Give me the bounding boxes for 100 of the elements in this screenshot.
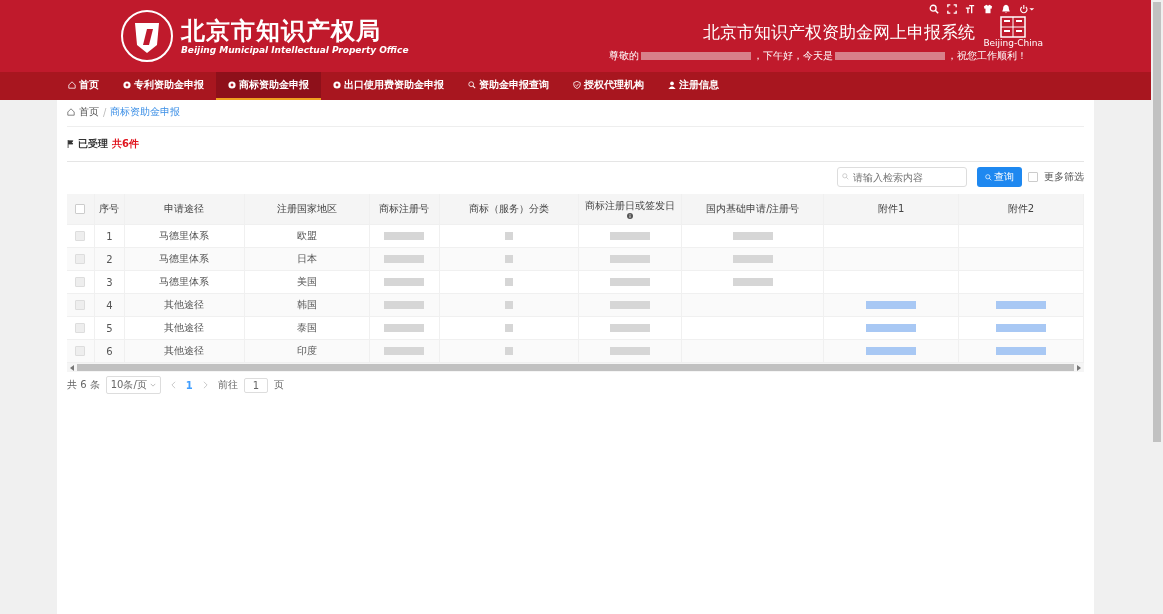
table-cell: 其他途径: [164, 344, 205, 358]
select-all-checkbox[interactable]: [75, 204, 86, 214]
table-cell: 马德里体系: [159, 229, 210, 243]
previous-page-icon[interactable]: [170, 381, 176, 389]
redacted-link[interactable]: [866, 324, 917, 332]
nav-tab[interactable]: 出口使用费资助金申报: [321, 72, 456, 100]
redacted-link[interactable]: [996, 347, 1047, 355]
nav-tab[interactable]: 首页: [56, 72, 111, 100]
shirt-icon[interactable]: [983, 4, 993, 14]
seal-icon: [1000, 16, 1027, 38]
redacted-block: [384, 347, 425, 355]
goto-label: 前往: [217, 378, 238, 392]
breadcrumb-link[interactable]: 首页: [79, 105, 99, 119]
column-header: 申请途径: [164, 202, 205, 216]
table-cell: 韩国: [296, 298, 317, 312]
nav-tab[interactable]: 注册信息: [656, 72, 731, 100]
search-field[interactable]: 请输入检索内容: [837, 167, 967, 187]
search-button[interactable]: 查询: [977, 167, 1022, 187]
column-header: 商标注册日或签发日: [585, 199, 676, 213]
system-title: 北京市知识产权资助金网上申报系统: [703, 20, 976, 44]
redacted-block: [384, 301, 425, 309]
table-cell: 日本: [296, 252, 317, 266]
redacted-block: [384, 232, 425, 240]
table-cell: 其他途径: [164, 321, 205, 335]
shield-check-icon: [573, 81, 581, 89]
table-cell: 2: [106, 253, 113, 265]
column-header: 注册国家地区: [276, 202, 337, 216]
power-menu-icon[interactable]: [1019, 4, 1035, 14]
breadcrumb-separator: /: [103, 106, 107, 118]
redacted-block: [384, 278, 425, 286]
greeting-text: ，祝您工作顺利！: [947, 49, 1027, 63]
horizontal-scrollbar[interactable]: [67, 363, 1084, 372]
redacted-block: [610, 347, 651, 355]
circle-icon: [123, 81, 131, 89]
column-header: 商标（服务）分类: [469, 202, 550, 216]
nav-tab[interactable]: 资助金申报查询: [456, 72, 561, 100]
row-checkbox[interactable]: [75, 231, 86, 241]
search-icon[interactable]: [929, 4, 939, 14]
redacted-block: [610, 278, 651, 286]
column-header: 附件1: [878, 202, 905, 216]
nav-tab[interactable]: 专利资助金申报: [111, 72, 216, 100]
font-size-icon[interactable]: [965, 4, 975, 14]
more-filter-label[interactable]: 更多筛选: [1044, 170, 1084, 184]
row-checkbox[interactable]: [75, 277, 86, 287]
flag-icon: [67, 140, 74, 148]
row-checkbox[interactable]: [75, 254, 86, 264]
redacted-block: [610, 301, 651, 309]
greeting-text: 尊敬的: [609, 49, 639, 63]
search-icon: [842, 173, 849, 180]
vertical-scrollbar[interactable]: [1151, 0, 1163, 614]
table-cell: 马德里体系: [159, 252, 210, 266]
search-icon: [985, 173, 992, 181]
next-page-icon[interactable]: [202, 381, 208, 389]
page-size-select[interactable]: 10条/页: [105, 376, 161, 394]
scroll-left-arrow-icon[interactable]: [70, 364, 74, 371]
scroll-right-arrow-icon[interactable]: [1077, 364, 1081, 371]
redacted-block: [505, 278, 514, 286]
organization-name: 北京市知识产权局: [181, 17, 382, 45]
nav-tab[interactable]: 授权代理机构: [561, 72, 656, 100]
breadcrumb-link[interactable]: 商标资助金申报: [110, 105, 181, 119]
checkbox[interactable]: [1028, 172, 1038, 182]
redacted-block: [505, 324, 514, 332]
table-cell: 其他途径: [164, 298, 205, 312]
redacted-block: [505, 255, 514, 263]
row-checkbox[interactable]: [75, 323, 86, 333]
home-icon: [68, 81, 76, 89]
user-icon: [668, 81, 676, 89]
redacted-link[interactable]: [996, 324, 1047, 332]
table-cell: 泰国: [296, 321, 317, 335]
table-cell: 5: [106, 322, 113, 334]
table-cell: 4: [106, 299, 113, 311]
column-header: 附件2: [1007, 202, 1035, 216]
bell-icon[interactable]: [1001, 4, 1011, 14]
nav-tab[interactable]: 商标资助金申报: [216, 72, 321, 100]
redacted-link[interactable]: [866, 347, 917, 355]
redacted-block: [505, 347, 514, 355]
row-checkbox[interactable]: [75, 346, 86, 356]
redacted-link[interactable]: [996, 301, 1047, 309]
redacted-block: [505, 232, 514, 240]
table-cell: 3: [106, 276, 113, 288]
redacted-block: [732, 232, 773, 240]
greeting-text: ，下午好，今天是: [753, 49, 833, 63]
redacted-block: [384, 324, 425, 332]
redacted-link[interactable]: [866, 301, 917, 309]
table-cell: 马德里体系: [159, 275, 210, 289]
record-count: 共6件: [112, 137, 139, 151]
column-header: 商标注册号: [379, 202, 430, 216]
column-header: 序号: [99, 202, 120, 216]
column-header: 国内基础申请/注册号: [706, 202, 800, 216]
row-checkbox[interactable]: [75, 300, 86, 310]
goto-page-field[interactable]: 1: [243, 377, 269, 393]
circle-icon: [228, 81, 236, 89]
goto-suffix: 页: [274, 378, 285, 392]
table-cell: 欧盟: [296, 229, 317, 243]
table-cell: 印度: [296, 344, 317, 358]
fullscreen-icon[interactable]: [947, 4, 957, 14]
redacted-block: [610, 324, 651, 332]
caret-icon: [149, 383, 156, 387]
table-cell: 1: [106, 230, 113, 242]
search-icon: [468, 81, 476, 89]
